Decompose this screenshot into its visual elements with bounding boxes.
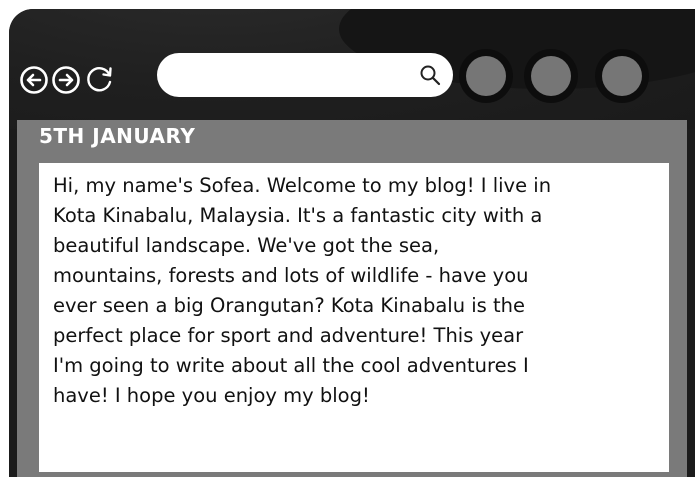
blog-post-card: Hi, my name's Sofea. Welcome to my blog!… xyxy=(39,163,669,472)
reload-icon xyxy=(87,67,112,92)
forward-button[interactable] xyxy=(51,65,81,95)
circle-arrow-left-icon xyxy=(20,66,48,94)
reload-button[interactable] xyxy=(85,64,115,94)
search-bar[interactable] xyxy=(157,53,453,97)
post-body: Hi, my name's Sofea. Welcome to my blog!… xyxy=(53,174,552,407)
back-button[interactable] xyxy=(19,65,49,95)
circle-arrow-right-icon xyxy=(52,66,80,94)
circle-button-3[interactable] xyxy=(595,49,649,103)
post-date: 5TH JANUARY xyxy=(39,124,196,148)
circle-button-face xyxy=(602,56,642,96)
circle-button-2[interactable] xyxy=(524,49,578,103)
circle-button-face xyxy=(466,56,506,96)
search-icon[interactable] xyxy=(419,64,441,86)
circle-button-1[interactable] xyxy=(459,49,513,103)
browser-window: 5TH JANUARY Hi, my name's Sofea. Welcome… xyxy=(9,9,695,477)
blog-content-area: 5TH JANUARY Hi, my name's Sofea. Welcome… xyxy=(17,120,687,477)
browser-toolbar xyxy=(9,9,695,127)
search-input[interactable] xyxy=(173,62,417,90)
circle-button-face xyxy=(531,56,571,96)
